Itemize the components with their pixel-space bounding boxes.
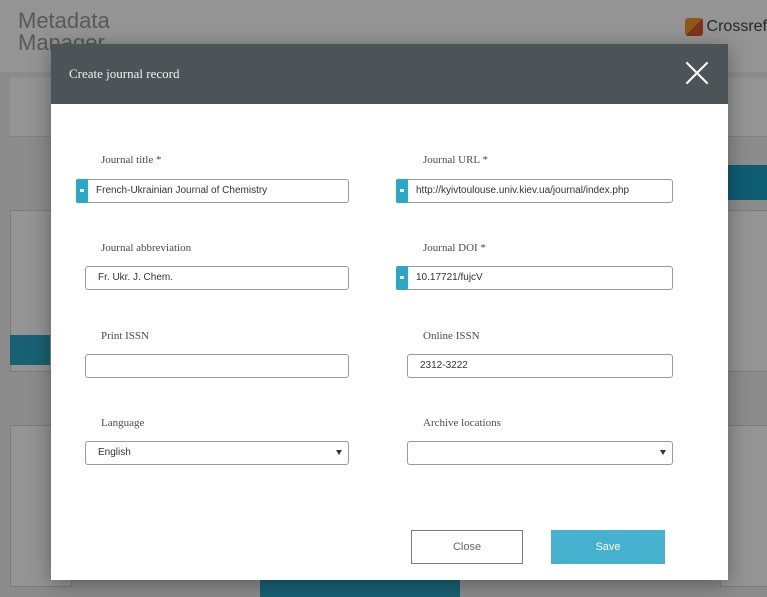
- journal-title-label: Journal title *: [101, 154, 162, 166]
- modal-title: Create journal record: [69, 66, 180, 81]
- create-journal-modal: Create journal record Journal title * Fr…: [51, 44, 728, 580]
- chevron-down-icon: [336, 450, 342, 455]
- print-issn-input[interactable]: [85, 354, 349, 378]
- close-icon[interactable]: [682, 58, 712, 88]
- journal-doi-label: Journal DOI *: [423, 242, 486, 254]
- journal-title-value: French-Ukrainian Journal of Chemistry: [96, 185, 268, 196]
- journal-url-label: Journal URL *: [423, 154, 488, 166]
- language-select[interactable]: English: [85, 441, 349, 465]
- tag-icon[interactable]: [76, 179, 88, 203]
- print-issn-label: Print ISSN: [101, 330, 149, 342]
- journal-url-value: http://kyivtoulouse.univ.kiev.ua/journal…: [416, 185, 630, 196]
- modal-header: Create journal record: [51, 44, 728, 104]
- save-button[interactable]: Save: [551, 530, 665, 564]
- online-issn-value: 2312-3222: [420, 360, 468, 371]
- tag-icon[interactable]: [396, 266, 408, 290]
- journal-abbreviation-value: Fr. Ukr. J. Chem.: [98, 272, 174, 283]
- journal-url-input[interactable]: http://kyivtoulouse.univ.kiev.ua/journal…: [396, 179, 673, 203]
- journal-abbreviation-label: Journal abbreviation: [101, 242, 192, 254]
- chevron-down-icon: [660, 450, 666, 455]
- language-value: English: [98, 447, 131, 458]
- online-issn-input[interactable]: 2312-3222: [407, 354, 673, 378]
- tag-icon[interactable]: [396, 179, 408, 203]
- language-label: Language: [101, 417, 145, 429]
- journal-abbreviation-input[interactable]: Fr. Ukr. J. Chem.: [85, 266, 349, 290]
- close-button[interactable]: Close: [411, 530, 523, 564]
- journal-doi-input[interactable]: 10.17721/fujcV: [396, 266, 673, 290]
- archive-locations-select[interactable]: [407, 441, 673, 465]
- journal-doi-value: 10.17721/fujcV: [416, 272, 483, 283]
- journal-title-input[interactable]: French-Ukrainian Journal of Chemistry: [76, 179, 349, 203]
- online-issn-label: Online ISSN: [423, 330, 480, 342]
- archive-locations-label: Archive locations: [423, 417, 501, 429]
